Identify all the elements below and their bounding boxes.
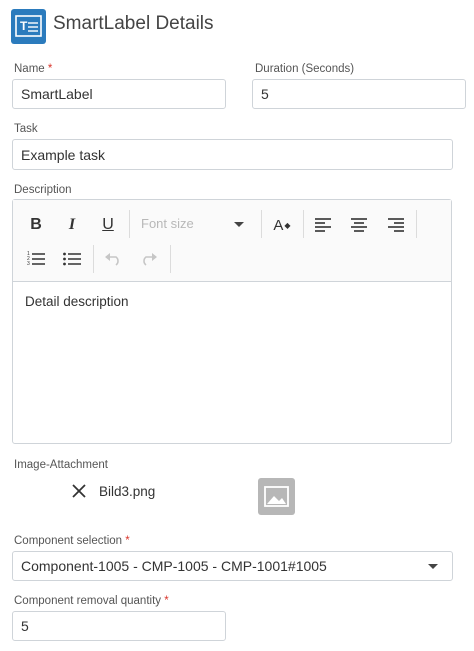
font-size-select[interactable]: Font size: [141, 216, 194, 231]
toolbar-divider: [303, 210, 304, 238]
bold-button[interactable]: B: [25, 214, 47, 236]
description-label: Description: [14, 184, 72, 196]
description-text[interactable]: Detail description: [25, 294, 129, 309]
editor-toolbar: B I U Font size A ◆ 123: [13, 200, 451, 282]
task-value: Example task: [21, 146, 106, 163]
chevron-down-icon[interactable]: [234, 222, 244, 227]
align-center-icon[interactable]: [348, 214, 370, 236]
underline-button[interactable]: U: [97, 214, 119, 236]
align-right-icon[interactable]: [385, 214, 407, 236]
component-selection-label: Component selection *: [14, 535, 130, 547]
attachment-filename: Bild3.png: [99, 484, 156, 499]
align-left-icon[interactable]: [312, 214, 334, 236]
name-label: Name *: [14, 63, 53, 75]
image-icon[interactable]: [258, 478, 295, 515]
svg-text:T: T: [20, 19, 28, 33]
unordered-list-icon[interactable]: [61, 248, 83, 270]
toolbar-divider: [170, 245, 171, 273]
removal-quantity-label: Component removal quantity *: [14, 595, 169, 607]
redo-icon[interactable]: [138, 248, 160, 270]
text-color-button[interactable]: A ◆: [271, 214, 293, 236]
droplet-icon: ◆: [284, 220, 291, 230]
toolbar-divider: [416, 210, 417, 238]
task-label: Task: [14, 123, 38, 135]
duration-label: Duration (Seconds): [255, 63, 355, 75]
close-icon[interactable]: [71, 483, 87, 499]
toolbar-divider: [129, 210, 130, 238]
component-select[interactable]: Component-1005 - CMP-1005 - CMP-1001#100…: [12, 551, 453, 581]
toolbar-divider: [93, 245, 94, 273]
name-value: SmartLabel: [21, 86, 93, 102]
removal-quantity-value: 5: [21, 618, 29, 634]
image-attachment-label: Image-Attachment: [14, 459, 108, 471]
chevron-down-icon[interactable]: [428, 563, 438, 569]
component-select-value: Component-1005 - CMP-1005 - CMP-1001#100…: [21, 558, 327, 574]
removal-quantity-input[interactable]: 5: [12, 611, 226, 641]
smartlabel-icon: T: [11, 9, 46, 44]
description-editor[interactable]: B I U Font size A ◆ 123 Detail descripti…: [12, 199, 452, 444]
duration-value: 5: [261, 86, 269, 102]
page-title: SmartLabel Details: [53, 13, 214, 34]
task-input[interactable]: Example task: [12, 139, 453, 170]
toolbar-divider: [261, 210, 262, 238]
ordered-list-icon[interactable]: 123: [25, 248, 47, 270]
undo-icon[interactable]: [102, 248, 124, 270]
italic-button[interactable]: I: [61, 214, 83, 236]
svg-text:3: 3: [27, 261, 30, 267]
duration-input[interactable]: 5: [252, 79, 466, 109]
name-input[interactable]: SmartLabel: [12, 79, 226, 109]
